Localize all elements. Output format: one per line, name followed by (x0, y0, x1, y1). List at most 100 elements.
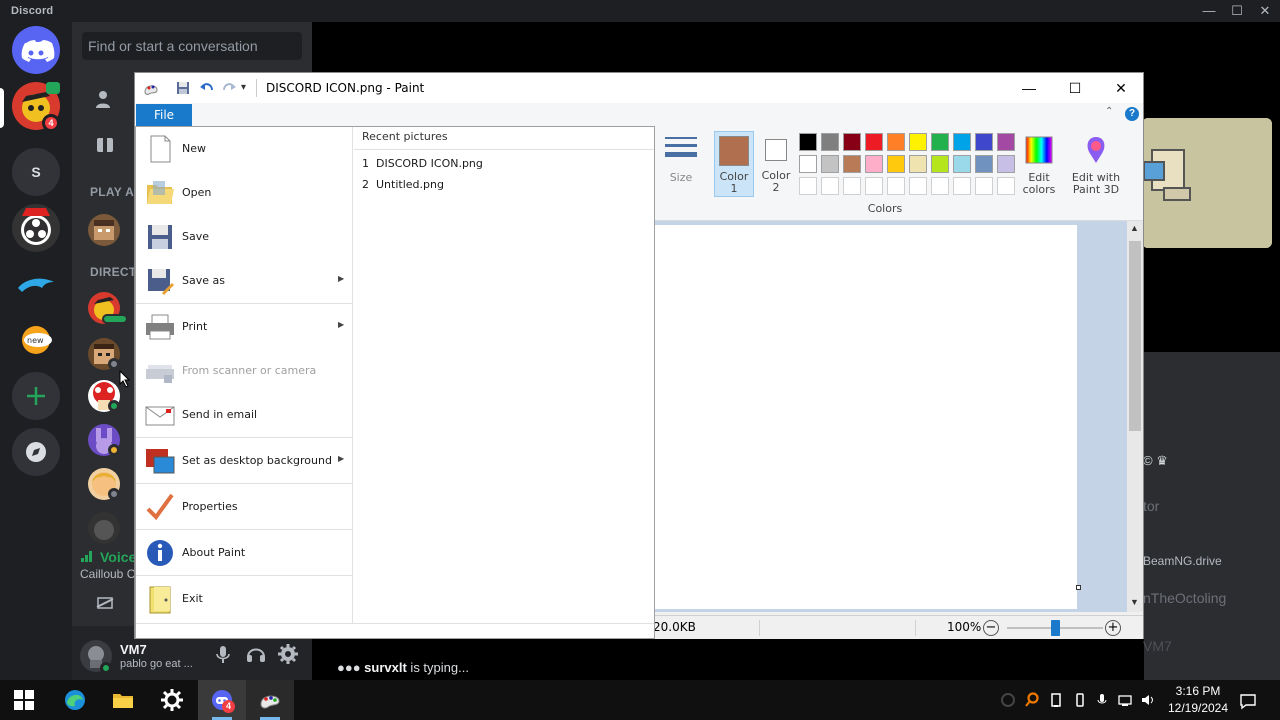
palette-swatch[interactable] (865, 155, 883, 173)
activity-avatar[interactable] (88, 214, 120, 246)
palette-swatch[interactable] (843, 155, 861, 173)
collapse-ribbon-icon[interactable]: ⌃ (1105, 106, 1113, 117)
palette-swatch[interactable] (997, 133, 1015, 151)
menu-item-send-email[interactable]: Send in email (136, 393, 353, 437)
scroll-up-icon[interactable]: ▲ (1130, 223, 1139, 233)
zoom-in-icon[interactable]: + (1105, 620, 1121, 636)
recent-item[interactable]: 2 Untitled.png (362, 178, 444, 191)
menu-item-save-as[interactable]: Save as ▶ (136, 259, 353, 303)
recent-item[interactable]: 1 DISCORD ICON.png (362, 157, 483, 170)
palette-swatch[interactable] (931, 177, 949, 195)
discord-home-icon[interactable] (12, 26, 60, 74)
palette-swatch[interactable] (997, 177, 1015, 195)
guild-newgrounds-icon[interactable]: new (12, 316, 60, 364)
palette-swatch[interactable] (887, 177, 905, 195)
scrollbar-thumb[interactable] (1129, 241, 1141, 431)
drawing-canvas[interactable] (655, 225, 1077, 609)
zoom-slider-thumb[interactable] (1051, 620, 1060, 636)
notification-center-icon[interactable] (1239, 692, 1257, 710)
vertical-scrollbar[interactable]: ▲ ▼ (1127, 221, 1143, 612)
paint-taskbar-icon[interactable] (246, 680, 294, 720)
customize-quick-access-icon[interactable]: ▾ (241, 82, 246, 93)
guild-obs-icon[interactable] (12, 204, 60, 252)
palette-swatch[interactable] (821, 155, 839, 173)
redo-icon[interactable] (221, 80, 237, 96)
palette-swatch[interactable] (953, 177, 971, 195)
menu-item-exit[interactable]: Exit (136, 577, 353, 621)
color1-button[interactable]: Color 1 (714, 131, 754, 197)
help-icon[interactable]: ? (1125, 107, 1139, 121)
menu-item-about-paint[interactable]: About Paint (136, 531, 353, 575)
paint-maximize-button[interactable]: ☐ (1052, 73, 1098, 103)
size-button[interactable]: Size (663, 135, 699, 193)
palette-swatch[interactable] (821, 177, 839, 195)
palette-swatch[interactable] (887, 133, 905, 151)
guild-s[interactable]: S (12, 148, 60, 196)
edit-colors-button[interactable]: Edit colors (1021, 133, 1057, 199)
palette-swatch[interactable] (953, 155, 971, 173)
paint-app-icon[interactable] (143, 80, 159, 96)
discord-maximize-button[interactable]: ☐ (1222, 2, 1252, 20)
palette-swatch[interactable] (975, 177, 993, 195)
tray-microphone-icon[interactable] (1094, 692, 1110, 708)
file-explorer-icon[interactable] (99, 680, 147, 720)
search-input[interactable]: Find or start a conversation (82, 32, 302, 60)
menu-item-new[interactable]: New (136, 127, 353, 171)
color2-button[interactable]: Color 2 (757, 131, 795, 197)
menu-item-scanner[interactable]: From scanner or camera (136, 349, 353, 393)
palette-swatch[interactable] (887, 155, 905, 173)
edit-with-paint3d-button[interactable]: Edit with Paint 3D (1065, 133, 1127, 199)
palette-swatch[interactable] (799, 133, 817, 151)
palette-swatch[interactable] (843, 133, 861, 151)
menu-item-save[interactable]: Save (136, 215, 353, 259)
tray-flashdrive-icon[interactable] (1072, 692, 1088, 708)
palette-swatch[interactable] (821, 133, 839, 151)
save-quick-icon[interactable] (175, 80, 191, 96)
scroll-down-icon[interactable]: ▼ (1130, 597, 1139, 607)
settings-gear-icon[interactable] (277, 643, 299, 665)
tray-circle-icon[interactable] (1000, 692, 1016, 708)
paint-close-button[interactable]: ✕ (1098, 73, 1144, 103)
guild-dolphin-icon[interactable] (12, 260, 60, 308)
add-server-icon[interactable] (12, 372, 60, 420)
palette-swatch[interactable] (931, 155, 949, 173)
explore-icon[interactable] (12, 428, 60, 476)
disconnect-icon[interactable] (94, 592, 116, 614)
palette-swatch[interactable] (975, 155, 993, 173)
canvas-resize-handle[interactable] (1076, 585, 1081, 590)
palette-swatch[interactable] (909, 155, 927, 173)
friends-icon[interactable] (94, 88, 116, 110)
palette-swatch[interactable] (953, 133, 971, 151)
undo-icon[interactable] (199, 80, 215, 96)
menu-item-set-desktop-background[interactable]: Set as desktop background ▶ (136, 439, 353, 483)
dm-avatar[interactable] (88, 512, 120, 544)
clock-time[interactable]: 3:16 PM (1173, 684, 1223, 698)
palette-swatch[interactable] (997, 155, 1015, 173)
palette-swatch[interactable] (799, 155, 817, 173)
edge-browser-icon[interactable] (51, 680, 99, 720)
palette-swatch[interactable] (865, 177, 883, 195)
file-tab[interactable]: File (136, 104, 192, 126)
clock-date[interactable]: 12/19/2024 (1163, 701, 1233, 715)
discord-close-button[interactable]: ✕ (1250, 2, 1280, 20)
settings-icon[interactable] (148, 680, 196, 720)
palette-swatch[interactable] (843, 177, 861, 195)
nitro-icon[interactable] (94, 133, 116, 155)
discord-minimize-button[interactable]: — (1194, 2, 1224, 20)
menu-item-open[interactable]: Open (136, 171, 353, 215)
zoom-out-icon[interactable]: − (983, 620, 999, 636)
palette-swatch[interactable] (865, 133, 883, 151)
palette-swatch[interactable] (975, 133, 993, 151)
microphone-icon[interactable] (212, 643, 234, 665)
menu-item-properties[interactable]: Properties (136, 485, 353, 529)
menu-item-print[interactable]: Print ▶ (136, 305, 353, 349)
tray-volume-icon[interactable] (1140, 692, 1156, 708)
palette-swatch[interactable] (799, 177, 817, 195)
palette-swatch[interactable] (931, 133, 949, 151)
tray-usb-icon[interactable] (1048, 692, 1064, 708)
start-button[interactable] (0, 680, 48, 720)
discord-taskbar-icon[interactable]: 4 (198, 680, 246, 720)
tray-network-icon[interactable] (1117, 692, 1133, 708)
paint-minimize-button[interactable]: — (1006, 73, 1052, 103)
palette-swatch[interactable] (909, 133, 927, 151)
